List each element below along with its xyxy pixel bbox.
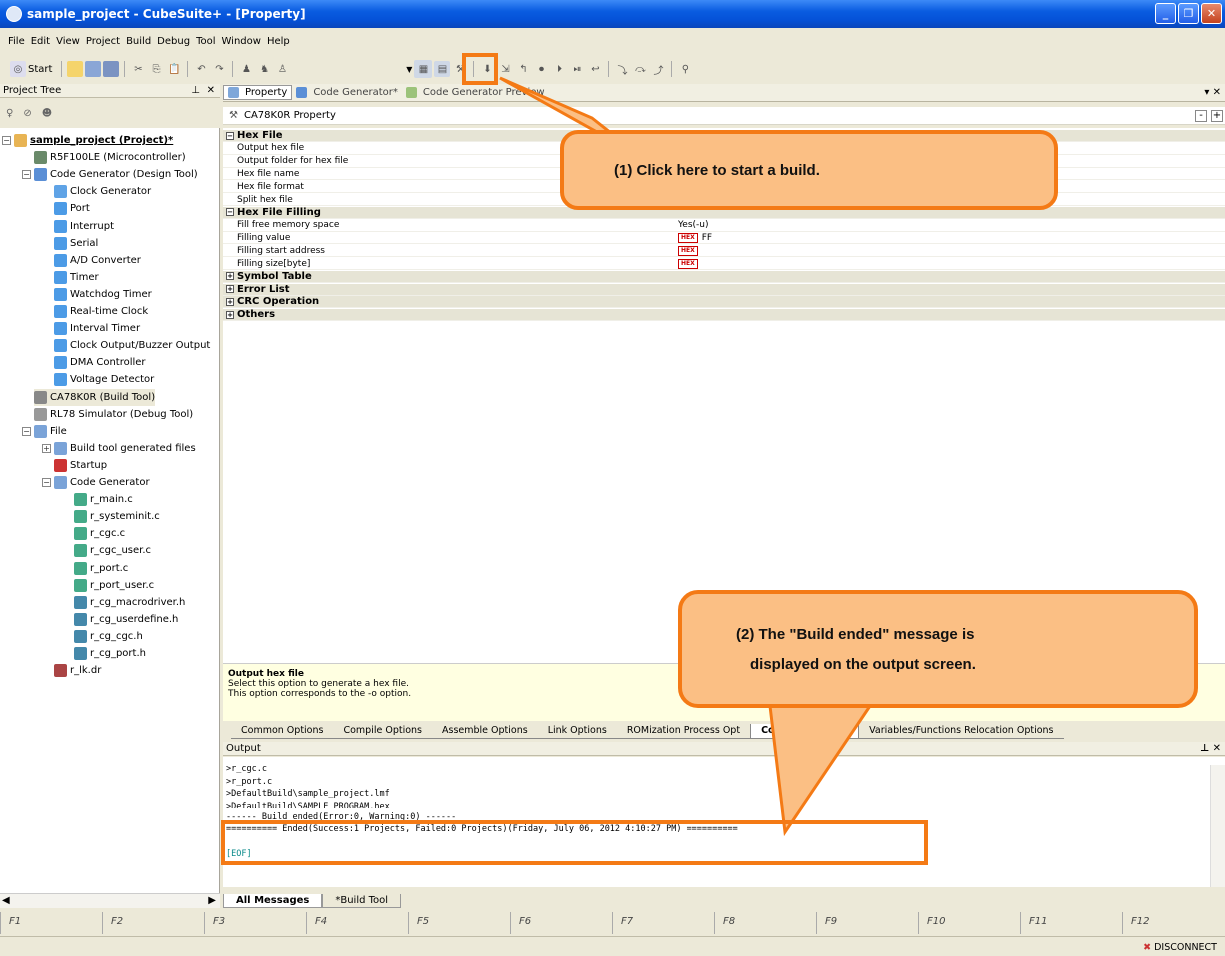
callout-1-text: (1) Click here to start a build. [614,161,820,179]
callout-2-line-2: displayed on the output screen. [750,656,976,673]
callout-1: (1) Click here to start a build. [560,130,1058,210]
callout-2: (2) The "Build ended" message is display… [678,590,1198,708]
build-ended-highlight [221,820,928,865]
callout-2-pointer [768,704,873,837]
cubesuite-window: sample_project - CubeSuite+ - [Property]… [0,0,1225,956]
callout-2-line-1: (2) The "Build ended" message is [736,626,975,643]
